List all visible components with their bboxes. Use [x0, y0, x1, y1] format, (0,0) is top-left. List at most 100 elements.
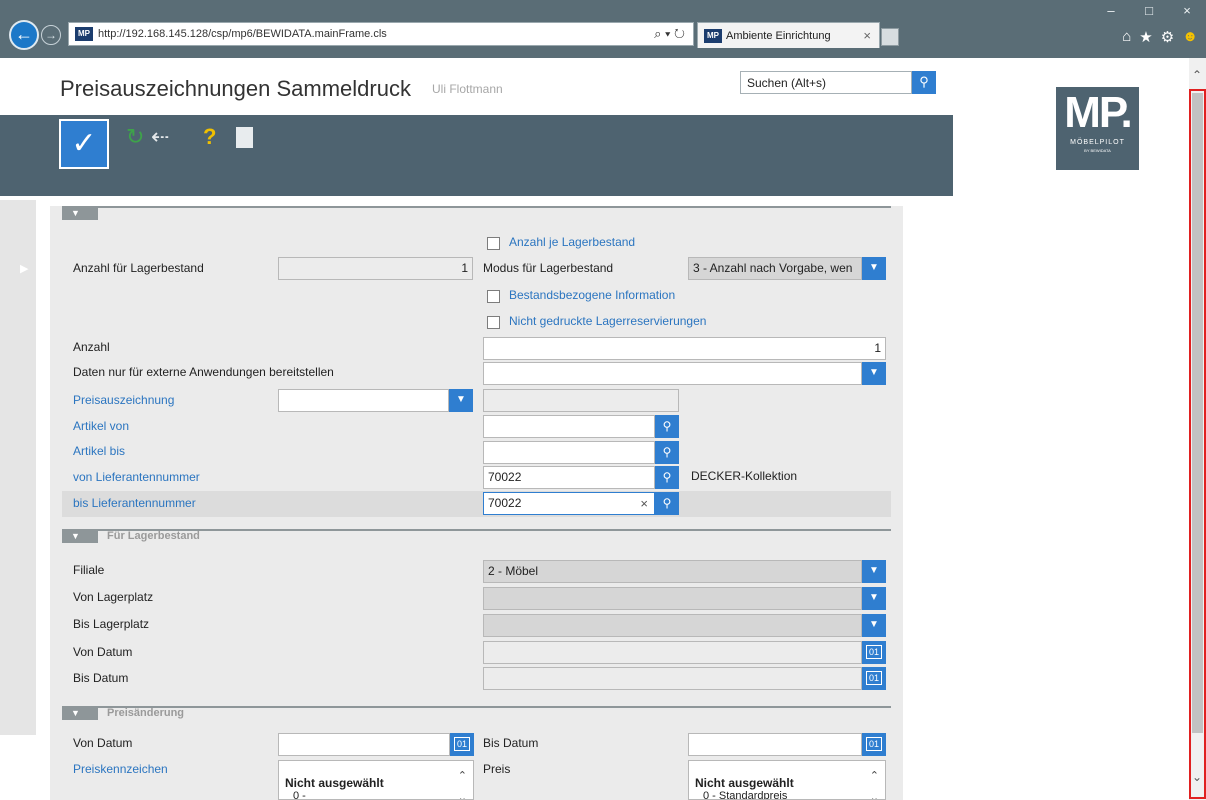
chevron-down-icon[interactable]: ▼: [862, 614, 886, 637]
search-icon[interactable]: ⚲: [655, 415, 679, 438]
chevron-down-icon[interactable]: ▼: [862, 362, 886, 385]
chevron-up-icon[interactable]: ⌃: [458, 769, 467, 782]
help-icon[interactable]: ?: [203, 124, 216, 150]
search-refresh-icon[interactable]: ⌕ ▾ ↻: [654, 26, 685, 42]
forward-icon[interactable]: →: [41, 25, 61, 45]
listbox-option[interactable]: 0 - Standardpreis: [703, 790, 787, 799]
back-arrow-icon[interactable]: ⇠: [151, 124, 169, 150]
minimize-icon[interactable]: –: [1092, 0, 1130, 24]
page-title: Preisauszeichnungen Sammeldruck: [60, 76, 411, 101]
checkbox-label-anzahl-je-lagerbestand[interactable]: Anzahl je Lagerbestand: [509, 235, 635, 249]
browser-tab[interactable]: MP Ambiente Einrichtung ×: [697, 22, 880, 48]
chevron-down-icon[interactable]: ▼: [862, 257, 886, 280]
label-filiale: Filiale: [73, 563, 105, 577]
side-panel-toggle[interactable]: ▶: [0, 200, 36, 735]
lieferant-name: DECKER-Kollektion: [691, 469, 798, 483]
field-bis-datum-lager[interactable]: [483, 667, 862, 690]
checkbox-nicht-gedruckte-lagerreservierungen[interactable]: [487, 316, 500, 329]
label-bis-lagerplatz: Bis Lagerplatz: [73, 617, 150, 631]
label-preis: Preis: [483, 762, 511, 776]
window-controls: – □ ×: [1092, 0, 1206, 24]
listbox-option[interactable]: 0 -: [293, 790, 306, 799]
select-modus-fuer-lagerbestand[interactable]: 3 - Anzahl nach Vorgabe, wen: [688, 257, 862, 280]
document-icon[interactable]: [236, 127, 253, 148]
label-anzahl-fuer-lagerbestand: Anzahl für Lagerbestand: [73, 261, 204, 275]
collapse-icon[interactable]: ▼: [62, 707, 98, 720]
clear-icon[interactable]: ×: [640, 493, 648, 514]
field-bis-lieferantennummer[interactable]: 70022 ×: [483, 492, 655, 515]
label-artikel-von[interactable]: Artikel von: [73, 419, 129, 433]
listbox-preis[interactable]: Nicht ausgewählt 0 - Standardpreis ⌃ ⌄: [688, 760, 886, 800]
label-bis-datum-lager: Bis Datum: [73, 671, 129, 685]
search-box[interactable]: [740, 71, 912, 94]
calendar-icon[interactable]: 01: [450, 733, 474, 756]
calendar-icon[interactable]: 01: [862, 667, 886, 690]
back-icon[interactable]: ←: [9, 20, 39, 50]
listbox-preiskennzeichen[interactable]: Nicht ausgewählt 0 - ⌃ ⌄: [278, 760, 474, 800]
confirm-button[interactable]: ✓: [59, 119, 109, 169]
label-artikel-bis[interactable]: Artikel bis: [73, 444, 125, 458]
address-url[interactable]: http://192.168.145.128/csp/mp6/BEWIDATA.…: [98, 28, 387, 40]
maximize-icon[interactable]: □: [1130, 0, 1168, 24]
field-bis-datum-preis[interactable]: [688, 733, 862, 756]
tab-favicon-icon: MP: [704, 29, 722, 43]
vertical-scrollbar[interactable]: ⌃ ⌄: [1189, 58, 1206, 800]
label-preiskennzeichen[interactable]: Preiskennzeichen: [73, 762, 168, 776]
collapse-icon[interactable]: ▼: [62, 207, 98, 220]
select-filiale[interactable]: 2 - Möbel: [483, 560, 862, 583]
search-icon[interactable]: ⚲: [655, 466, 679, 489]
chevron-down-icon[interactable]: ⌄: [870, 791, 879, 799]
chevron-right-icon: ▶: [20, 263, 29, 275]
label-von-lieferantennummer[interactable]: von Lieferantennummer: [73, 470, 200, 484]
field-anzahl[interactable]: 1: [483, 337, 886, 360]
field-anzahl-fuer-lagerbestand[interactable]: 1: [278, 257, 473, 280]
calendar-icon[interactable]: 01: [862, 641, 886, 664]
label-von-lagerplatz: Von Lagerplatz: [73, 590, 154, 604]
checkbox-label-bestandsbezogene-information[interactable]: Bestandsbezogene Information: [509, 288, 675, 302]
chevron-down-icon[interactable]: ▼: [862, 560, 886, 583]
field-von-datum-preis[interactable]: [278, 733, 450, 756]
gear-icon[interactable]: ⚙: [1161, 28, 1174, 46]
label-von-datum-preis: Von Datum: [73, 736, 133, 750]
label-bis-lieferantennummer[interactable]: bis Lieferantennummer: [73, 496, 196, 510]
field-artikel-bis[interactable]: [483, 441, 655, 464]
select-bis-lagerplatz[interactable]: [483, 614, 862, 637]
field-von-lieferantennummer[interactable]: 70022: [483, 466, 655, 489]
section-header-main[interactable]: ▼: [62, 206, 891, 220]
label-preisauszeichnung[interactable]: Preisauszeichnung: [73, 393, 174, 407]
search-icon[interactable]: ⚲: [655, 492, 679, 515]
checkbox-bestandsbezogene-information[interactable]: [487, 290, 500, 303]
smiley-icon[interactable]: ☻: [1182, 28, 1198, 46]
logo-sub: BY BEWIDATA: [1084, 148, 1111, 153]
star-icon[interactable]: ★: [1139, 28, 1152, 46]
checkbox-label-nicht-gedruckte-lagerreservierungen[interactable]: Nicht gedruckte Lagerreservierungen: [509, 314, 706, 328]
chevron-down-icon[interactable]: ▼: [862, 587, 886, 610]
checkbox-anzahl-je-lagerbestand[interactable]: [487, 237, 500, 250]
select-daten-extern[interactable]: [483, 362, 862, 385]
field-artikel-von[interactable]: [483, 415, 655, 438]
search-icon[interactable]: ⚲: [655, 441, 679, 464]
section-header-lagerbestand[interactable]: ▼ Für Lagerbestand: [62, 529, 891, 543]
section-header-preisaenderung[interactable]: ▼ Preisänderung: [62, 706, 891, 720]
calendar-icon[interactable]: 01: [862, 733, 886, 756]
scroll-up-icon[interactable]: ⌃: [1192, 68, 1202, 82]
select-von-lagerplatz[interactable]: [483, 587, 862, 610]
search-input[interactable]: [741, 72, 901, 93]
listbox-header: Nicht ausgewählt: [695, 776, 794, 790]
refresh-icon[interactable]: ↻: [126, 124, 144, 150]
select-preisauszeichnung[interactable]: [278, 389, 449, 412]
tab-close-icon[interactable]: ×: [863, 28, 871, 43]
label-bis-datum-preis: Bis Datum: [483, 736, 539, 750]
user-name: Uli Flottmann: [432, 82, 503, 96]
home-icon[interactable]: ⌂: [1122, 28, 1131, 46]
search-icon[interactable]: ⚲: [912, 71, 936, 94]
new-tab-icon[interactable]: [881, 28, 899, 46]
chevron-up-icon[interactable]: ⌃: [870, 769, 879, 782]
collapse-icon[interactable]: ▼: [62, 530, 98, 543]
field-von-datum-lager[interactable]: [483, 641, 862, 664]
browser-chrome: ← → MP http://192.168.145.128/csp/mp6/BE…: [0, 0, 1206, 58]
chevron-down-icon[interactable]: ⌄: [458, 791, 467, 799]
address-bar[interactable]: MP http://192.168.145.128/csp/mp6/BEWIDA…: [68, 22, 694, 46]
close-window-icon[interactable]: ×: [1168, 0, 1206, 24]
chevron-down-icon[interactable]: ▼: [449, 389, 473, 412]
